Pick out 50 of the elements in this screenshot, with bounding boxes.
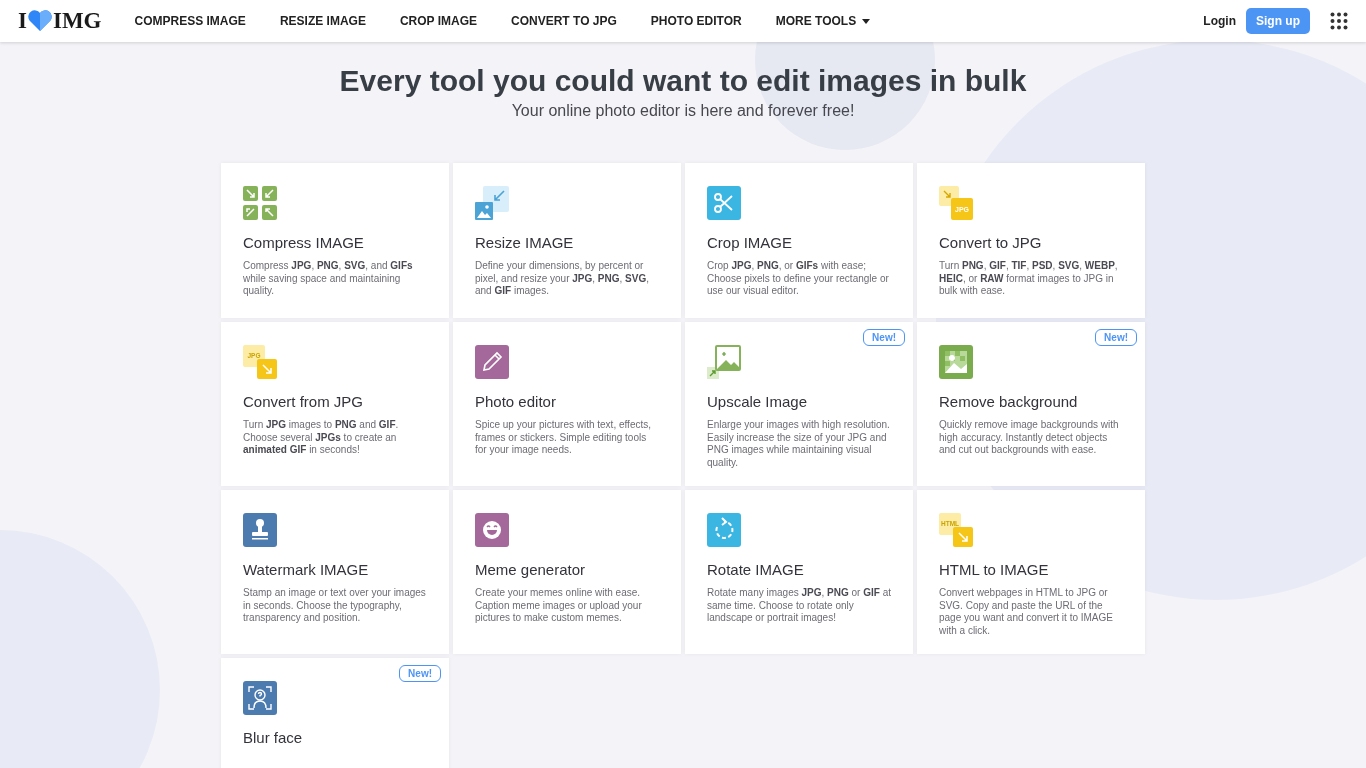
nav-link[interactable]: CROP IMAGE	[382, 14, 494, 28]
tool-title: HTML to IMAGE	[939, 560, 1050, 578]
tool-description: Crop JPG, PNG, or GIFs with ease; Choose pixels to define your rectangle or use our visual editor.	[707, 260, 890, 299]
tool-card[interactable]: Meme generator Create your memes online with ease. Caption meme images or upload your pictures to make custom memes.	[453, 489, 681, 654]
tool-card[interactable]: New! Upscale Image Enlarge your images with high resolution. Easily increase the size of your JPG and PNG images while maintaining visual quality.	[685, 322, 913, 486]
tool-title: Upscale Image	[707, 393, 809, 410]
new-badge: New!	[399, 664, 441, 682]
new-badge: New!	[863, 329, 905, 346]
tool-description: Turn JPG images to PNG and GIF. Choose several JPGs to create an animated GIF in seconds!	[243, 419, 400, 458]
nav-link[interactable]: COMPRESS IMAGE	[117, 14, 263, 28]
tool-description: Define your dimensions, by percent or pixel, and resize your JPG, PNG, SVG, and GIF images.	[475, 260, 650, 299]
nav-link[interactable]: CONVERT TO JPG	[494, 14, 634, 28]
heart-icon	[26, 10, 53, 32]
page-title: Every tool you could want to edit images in bulk	[338, 64, 1028, 98]
page-subtitle: Your online photo editor is here and forever free!	[510, 102, 856, 120]
apps-grid-icon[interactable]	[1330, 12, 1348, 30]
logo[interactable]: I IMG	[18, 8, 102, 34]
tool-title: Watermark IMAGE	[243, 560, 370, 578]
tool-title: Compress IMAGE	[243, 234, 365, 251]
nav-link[interactable]: RESIZE IMAGE	[262, 14, 383, 28]
tool-card[interactable]: Crop IMAGE Crop JPG, PNG, or GIFs with ease; Choose pixels to define your rectangle or use our visual editor.	[685, 163, 913, 318]
tool-description: Stamp an image or text over your images in seconds. Choose the typography, transparency and position.	[243, 586, 427, 625]
tool-title: Convert to JPG	[939, 234, 1043, 251]
tool-title: Convert from JPG	[243, 393, 365, 410]
tool-description: Rotate many images JPG, PNG or GIF at same time. Choose to rotate only landscape or portrait images!	[707, 586, 891, 625]
tool-card[interactable]: Compress IMAGE Compress JPG, PNG, SVG, and GIFs while saving space and maintaining quality.	[221, 163, 449, 318]
tool-description: Quickly remove image backgrounds with high accuracy. Instantly detect objects and cut out backgrounds with ease.	[939, 419, 1120, 458]
tool-card[interactable]: Watermark IMAGE Stamp an image or text over your images in seconds. Choose the typography, transparency and position.	[221, 489, 449, 654]
tool-title: Remove background	[939, 393, 1079, 410]
tool-description: Create your memes online with ease. Caption meme images or upload your pictures to make custom memes.	[475, 586, 643, 625]
tool-title: Rotate IMAGE	[707, 560, 805, 578]
tool-card[interactable]: New! Remove background Quickly remove image backgrounds with high accuracy. Instantly detect objects and cut out backgrounds with ease.	[917, 322, 1145, 486]
tool-card[interactable]: New! Blur face	[221, 657, 449, 768]
tool-title: Crop IMAGE	[707, 234, 794, 251]
nav-link[interactable]: PHOTO EDITOR	[633, 14, 759, 28]
tool-description: Convert webpages in HTML to JPG or SVG. Copy and paste the URL of the page you want and convert it to IMAGE with a click.	[939, 586, 1114, 638]
tool-title: Blur face	[243, 728, 304, 746]
nav-link[interactable]: MORE TOOLS	[758, 14, 888, 28]
tool-description: Compress JPG, PNG, SVG, and GIFs while saving space and maintaining quality.	[243, 260, 414, 299]
tool-card[interactable]: Resize IMAGE Define your dimensions, by percent or pixel, and resize your JPG, PNG, SVG, and GIF images.	[453, 163, 681, 318]
new-badge: New!	[1095, 329, 1137, 346]
tool-card[interactable]: Rotate IMAGE Rotate many images JPG, PNG or GIF at same time. Choose to rotate only landscape or portrait images!	[685, 489, 913, 654]
tool-card[interactable]: Photo editor Spice up your pictures with text, effects, frames or stickers. Simple editing tools for your image needs.	[453, 322, 681, 486]
tool-title: Meme generator	[475, 560, 587, 578]
tool-description: Spice up your pictures with text, effects, frames or stickers. Simple editing tools for your image needs.	[475, 419, 652, 458]
tool-title: Resize IMAGE	[475, 234, 575, 251]
tool-description: Enlarge your images with high resolution. Easily increase the size of your JPG and PNG images while maintaining visual quality.	[707, 419, 891, 470]
login-link[interactable]: Login	[1203, 14, 1236, 28]
tool-title: Photo editor	[475, 393, 557, 410]
tool-description: Turn PNG, GIF, TIF, PSD, SVG, WEBP, HEIC, or RAW format images to JPG in bulk with ease.	[939, 260, 1119, 299]
